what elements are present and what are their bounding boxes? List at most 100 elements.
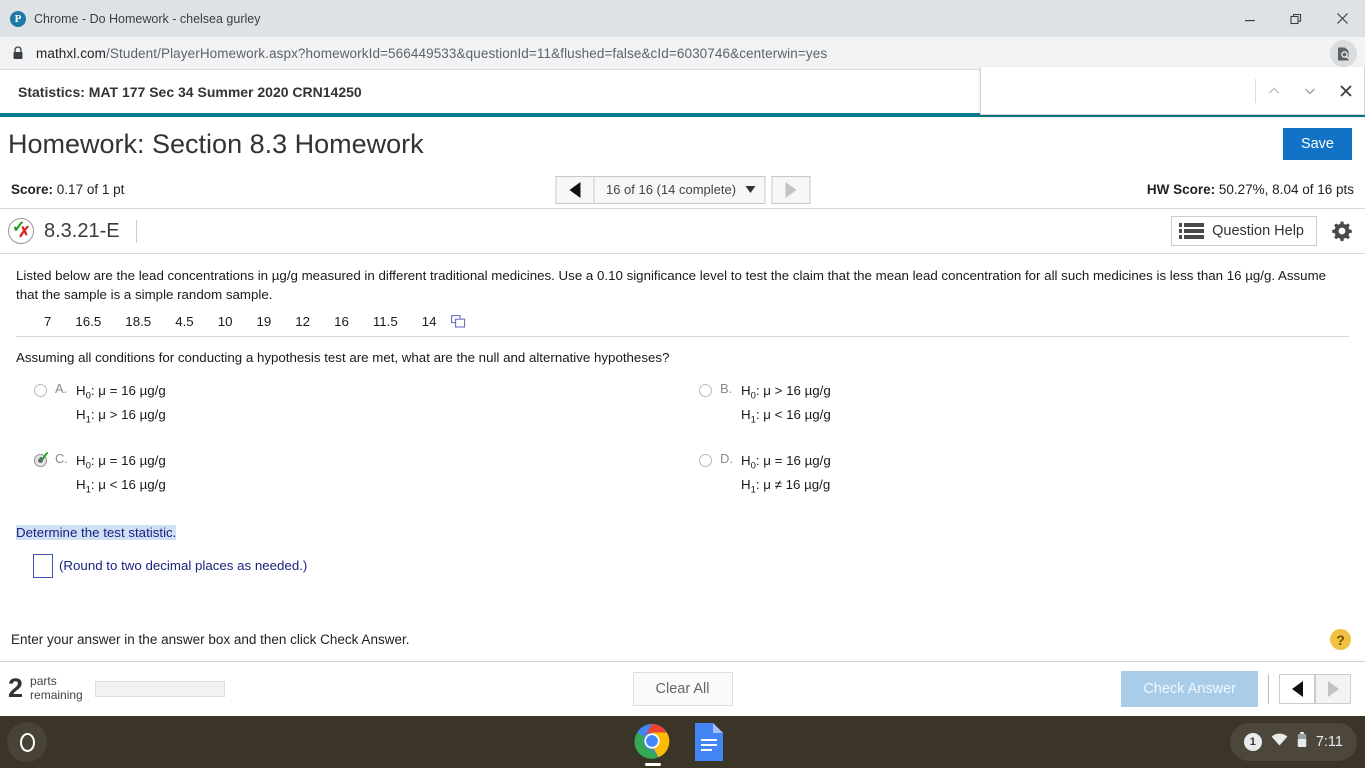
choice-d-letter: D.	[720, 450, 733, 466]
url-path: /Student/PlayerHomework.aspx?homeworkId=…	[106, 45, 828, 61]
choice-b-letter: B.	[720, 380, 733, 396]
check-answer-button[interactable]: Check Answer	[1121, 670, 1258, 707]
next-question-button[interactable]	[771, 175, 811, 204]
triangle-left-icon	[1291, 680, 1303, 697]
hyp-prefix: H	[741, 476, 751, 492]
clock-time: 7:11	[1315, 734, 1343, 750]
choice-c-radio[interactable]: ✓	[34, 450, 51, 467]
parts-remaining-label: parts remaining	[30, 674, 83, 703]
hw-score-label: HW Score:	[1146, 182, 1216, 197]
choice-b-radio[interactable]	[699, 383, 712, 397]
score-value: 0.17 of 1 pt	[56, 182, 125, 197]
choice-c-hypotheses: H0: μ = 16 µg/g H1: μ < 16 µg/g	[76, 450, 166, 498]
list-icon	[1179, 223, 1205, 239]
save-button[interactable]: Save	[1282, 128, 1352, 160]
address-bar-url[interactable]: mathxl.com/Student/PlayerHomework.aspx?h…	[36, 46, 827, 61]
browser-title-bar: P Chrome - Do Homework - chelsea gurley	[0, 0, 1365, 37]
find-in-page-bar[interactable]	[980, 67, 1365, 115]
chrome-icon[interactable]	[633, 722, 673, 766]
data-value: 7	[44, 313, 52, 329]
question-help-label: Question Help	[1212, 223, 1304, 239]
chevron-down-icon	[745, 186, 756, 193]
hyp-body: : μ ≠ 16 µg/g	[755, 476, 831, 492]
restore-icon[interactable]	[1273, 0, 1319, 37]
test-statistic-input[interactable]	[33, 553, 53, 578]
hw-score-display: HW Score: 50.27%, 8.04 of 16 pts	[1147, 182, 1354, 197]
footer-instruction-text: Enter your answer in the answer box and …	[11, 632, 410, 647]
hyp-prefix: H	[76, 382, 86, 398]
question-id-bar: ✓ ✗ 8.3.21-E Question Help	[0, 209, 1365, 254]
system-tray[interactable]: 1 7:11	[1229, 723, 1357, 761]
previous-question-button[interactable]	[554, 175, 594, 204]
minimize-icon[interactable]	[1227, 0, 1273, 37]
choice-b-hypotheses: H0: μ > 16 µg/g H1: μ < 16 µg/g	[741, 380, 831, 428]
score-label: Score:	[11, 182, 54, 197]
choice-d[interactable]: D. H0: μ = 16 µg/g H1: μ ≠ 16 µg/g	[681, 450, 1351, 498]
determine-statistic-line: Determine the test statistic.	[16, 524, 1351, 542]
choice-d-radio[interactable]	[699, 453, 712, 467]
gear-icon[interactable]	[1331, 220, 1353, 242]
copy-to-clipboard-icon[interactable]	[450, 314, 466, 328]
question-body: Listed below are the lead concentrations…	[0, 254, 1365, 578]
battery-icon	[1297, 731, 1307, 753]
hyp-body: : μ > 16 µg/g	[90, 406, 166, 422]
data-value: 10	[217, 313, 233, 329]
choice-a[interactable]: A. H0: μ = 16 µg/g H1: μ > 16 µg/g	[16, 380, 681, 428]
hyp-prefix: H	[741, 382, 751, 398]
hw-score-value: 50.27%, 8.04 of 16 pts	[1218, 182, 1354, 197]
answer-rounding-hint: (Round to two decimal places as needed.)	[59, 558, 308, 574]
data-value: 4.5	[175, 313, 194, 329]
action-separator	[1268, 673, 1269, 704]
choice-a-letter: A.	[55, 380, 68, 396]
question-navigator: 16 of 16 (14 complete)	[554, 175, 811, 204]
data-value: 14	[421, 313, 437, 329]
google-docs-icon[interactable]	[693, 722, 733, 766]
data-value: 12	[295, 313, 311, 329]
score-display: Score: 0.17 of 1 pt	[11, 182, 124, 197]
hyp-prefix: H	[741, 406, 751, 422]
chevron-down-icon[interactable]	[1292, 68, 1328, 114]
choice-a-radio[interactable]	[34, 383, 47, 397]
chevron-up-icon[interactable]	[1256, 68, 1292, 114]
reader-page-icon[interactable]	[1330, 40, 1357, 67]
close-icon[interactable]	[1319, 0, 1365, 37]
triangle-left-icon	[568, 181, 580, 198]
data-value: 16.5	[75, 313, 102, 329]
triangle-right-icon	[1327, 680, 1339, 697]
window-controls	[1227, 0, 1365, 37]
score-bar: Score: 0.17 of 1 pt 16 of 16 (14 complet…	[0, 171, 1365, 209]
green-check-icon: ✓	[38, 448, 51, 466]
browser-address-bar[interactable]: mathxl.com/Student/PlayerHomework.aspx?h…	[0, 37, 1365, 70]
window-title: Chrome - Do Homework - chelsea gurley	[34, 11, 261, 26]
find-input[interactable]	[981, 67, 1255, 114]
launcher-icon[interactable]	[7, 722, 47, 762]
lock-icon	[12, 46, 24, 60]
question-selector-dropdown[interactable]: 16 of 16 (14 complete)	[593, 175, 766, 204]
question-prompt: Assuming all conditions for conducting a…	[16, 349, 670, 365]
data-value: 19	[256, 313, 272, 329]
choice-c[interactable]: ✓ C. H0: μ = 16 µg/g H1: μ < 16 µg/g	[16, 450, 681, 498]
data-value: 16	[334, 313, 349, 329]
choice-d-hypotheses: H0: μ = 16 µg/g H1: μ ≠ 16 µg/g	[741, 450, 831, 498]
next-part-button[interactable]	[1315, 673, 1351, 704]
triangle-right-icon	[785, 181, 797, 198]
parts-label-line2: remaining	[30, 687, 83, 702]
chromeos-shelf: 1 7:11	[0, 716, 1365, 768]
choice-b[interactable]: B. H0: μ > 16 µg/g H1: μ < 16 µg/g	[681, 380, 1351, 428]
question-id: 8.3.21-E	[44, 219, 137, 243]
question-mark-icon[interactable]: ?	[1330, 629, 1351, 650]
determine-statistic-text: Determine the test statistic.	[16, 524, 177, 540]
active-app-indicator	[644, 763, 661, 766]
page-title: Homework: Section 8.3 Homework	[8, 128, 424, 159]
x-mark-glyph: ✗	[18, 224, 31, 241]
choice-c-letter: C.	[55, 450, 68, 466]
clear-all-button[interactable]: Clear All	[632, 671, 733, 706]
close-icon[interactable]	[1328, 68, 1364, 114]
hyp-body: : μ < 16 µg/g	[90, 476, 166, 492]
hyp-prefix: H	[76, 406, 86, 422]
url-host: mathxl.com	[36, 45, 107, 61]
question-help-button[interactable]: Question Help	[1171, 216, 1317, 246]
data-value: 11.5	[372, 313, 398, 329]
data-value: 18.5	[125, 313, 152, 329]
previous-part-button[interactable]	[1279, 673, 1315, 704]
